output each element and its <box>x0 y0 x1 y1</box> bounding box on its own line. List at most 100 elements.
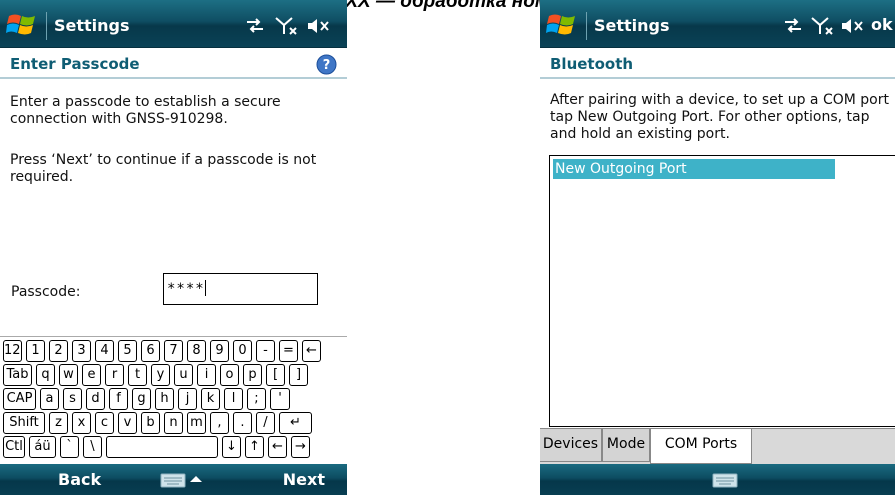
connectivity-icon[interactable] <box>782 16 804 36</box>
key[interactable]: d <box>86 388 105 410</box>
tab-mode[interactable]: Mode <box>602 429 650 462</box>
key[interactable]: b <box>141 412 160 434</box>
key[interactable]: Ctl <box>3 436 25 458</box>
key[interactable]: Tab <box>3 364 32 386</box>
key[interactable]: Shift <box>3 412 45 434</box>
back-button[interactable]: Back <box>58 470 101 489</box>
key[interactable]: a <box>40 388 59 410</box>
key[interactable]: s <box>63 388 82 410</box>
tab-strip: Devices Mode COM Ports <box>540 428 895 464</box>
key[interactable]: = <box>279 340 298 362</box>
key[interactable]: w <box>59 364 78 386</box>
keyboard-icon[interactable] <box>712 471 744 489</box>
key[interactable]: g <box>132 388 151 410</box>
help-icon[interactable]: ? <box>316 54 337 75</box>
key[interactable]: / <box>256 412 275 434</box>
key[interactable]: 0 <box>233 340 252 362</box>
key[interactable]: ↑ <box>245 436 264 458</box>
key[interactable]: 7 <box>164 340 183 362</box>
key[interactable]: m <box>187 412 206 434</box>
key[interactable]: t <box>128 364 147 386</box>
key[interactable]: y <box>151 364 170 386</box>
key[interactable]: ] <box>289 364 308 386</box>
list-item[interactable]: New Outgoing Port <box>553 159 835 179</box>
title-bar: Settings <box>0 0 347 48</box>
key[interactable]: CAP <box>3 388 36 410</box>
app-title: Settings <box>54 16 130 35</box>
key[interactable]: ` <box>60 436 79 458</box>
key[interactable]: j <box>178 388 197 410</box>
app-title: Settings <box>594 16 670 35</box>
key[interactable]: i <box>197 364 216 386</box>
instruction-text: Enter a passcode to establish a secure c… <box>10 94 281 127</box>
tab-com-ports[interactable]: COM Ports <box>650 429 752 464</box>
key[interactable]: k <box>201 388 220 410</box>
passcode-input[interactable]: **** <box>163 273 318 305</box>
connectivity-icon[interactable] <box>244 16 266 36</box>
key[interactable]: 3 <box>72 340 91 362</box>
key[interactable]: , <box>210 412 229 434</box>
key[interactable]: 9 <box>210 340 229 362</box>
title-bar: Settings ok <box>540 0 895 48</box>
windows-logo-icon[interactable] <box>6 10 38 40</box>
on-screen-keyboard: 1231234567890-=← Tabqwertyuiop[] CAPasdf… <box>0 336 347 464</box>
key[interactable]: 8 <box>187 340 206 362</box>
key[interactable]: n <box>164 412 183 434</box>
passcode-value: **** <box>167 281 205 297</box>
key[interactable]: h <box>155 388 174 410</box>
passcode-screen: Settings Enter Passcode ? Enter a passco… <box>0 0 347 495</box>
text-caret <box>204 280 206 296</box>
no-signal-icon[interactable] <box>811 16 835 36</box>
key[interactable]: ↵ <box>279 412 312 434</box>
key[interactable]: p <box>243 364 262 386</box>
key[interactable]: r <box>105 364 124 386</box>
key[interactable] <box>106 436 218 458</box>
key[interactable]: áü <box>29 436 56 458</box>
title-separator <box>46 12 47 40</box>
tab-devices[interactable]: Devices <box>540 429 602 462</box>
key[interactable]: z <box>49 412 68 434</box>
passcode-label: Passcode: <box>11 284 81 300</box>
key[interactable]: c <box>95 412 114 434</box>
key[interactable]: 2 <box>49 340 68 362</box>
key[interactable]: q <box>36 364 55 386</box>
key[interactable]: 5 <box>118 340 137 362</box>
key[interactable]: 1 <box>26 340 45 362</box>
section-title: Bluetooth <box>550 55 634 73</box>
speaker-mute-icon[interactable] <box>306 16 332 36</box>
title-separator <box>586 12 587 40</box>
key[interactable]: ; <box>247 388 266 410</box>
key[interactable]: x <box>72 412 91 434</box>
continue-hint: Press ‘Next’ to continue if a passcode i… <box>10 152 317 185</box>
chevron-up-icon[interactable] <box>189 471 203 489</box>
key[interactable]: ' <box>270 388 290 410</box>
key[interactable]: v <box>118 412 137 434</box>
key[interactable]: o <box>220 364 239 386</box>
key[interactable]: ↓ <box>222 436 241 458</box>
soft-key-bar: Back Next <box>0 464 347 495</box>
section-title: Enter Passcode <box>10 55 140 73</box>
key[interactable]: e <box>82 364 101 386</box>
key[interactable]: 6 <box>141 340 160 362</box>
key[interactable]: → <box>291 436 310 458</box>
key[interactable]: - <box>256 340 275 362</box>
key[interactable]: ← <box>302 340 321 362</box>
key[interactable]: f <box>109 388 128 410</box>
port-list[interactable]: New Outgoing Port <box>549 155 895 427</box>
key[interactable]: ← <box>268 436 287 458</box>
soft-key-bar <box>540 464 895 495</box>
key[interactable]: [ <box>266 364 285 386</box>
windows-logo-icon[interactable] <box>546 10 578 40</box>
key[interactable]: . <box>233 412 252 434</box>
speaker-mute-icon[interactable] <box>840 16 866 36</box>
no-signal-icon[interactable] <box>275 16 299 36</box>
next-button[interactable]: Next <box>283 470 325 489</box>
key[interactable]: \ <box>83 436 102 458</box>
key[interactable]: l <box>224 388 243 410</box>
section-header: Bluetooth <box>540 49 895 79</box>
key[interactable]: u <box>174 364 193 386</box>
key[interactable]: 123 <box>3 340 22 362</box>
key[interactable]: 4 <box>95 340 114 362</box>
ok-button[interactable]: ok <box>871 15 893 34</box>
keyboard-icon[interactable] <box>160 471 192 489</box>
